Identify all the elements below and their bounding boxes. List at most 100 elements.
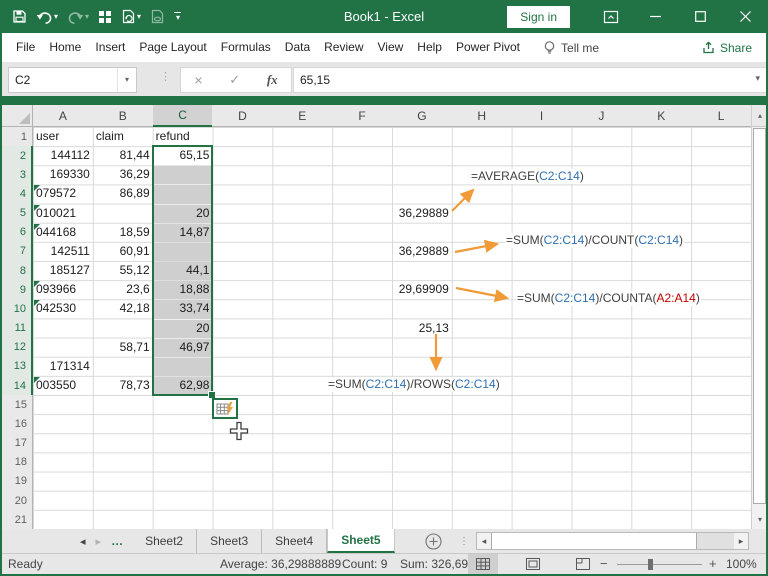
cell-C2[interactable]: 65,15 bbox=[153, 146, 213, 165]
cell-G7[interactable]: 36,29889 bbox=[392, 242, 452, 261]
sheet-tab-sheet4[interactable]: Sheet4 bbox=[262, 529, 328, 553]
new-sheet-button[interactable] bbox=[425, 529, 442, 553]
cell-C8[interactable]: 44,1 bbox=[153, 261, 213, 280]
row-header-7[interactable]: 7 bbox=[0, 241, 33, 263]
cell-A1[interactable]: user bbox=[33, 127, 93, 146]
selected-cell-C13[interactable] bbox=[153, 357, 213, 376]
cell-B9[interactable]: 23,6 bbox=[93, 280, 153, 299]
col-header-L[interactable]: L bbox=[691, 105, 751, 127]
col-header-D[interactable]: D bbox=[212, 105, 274, 127]
linked-document-icon[interactable] bbox=[150, 9, 165, 24]
normal-view-button[interactable] bbox=[468, 554, 498, 574]
ribbon-tab-power-pivot[interactable]: Power Pivot bbox=[449, 33, 527, 62]
cell-A2[interactable]: 144112 bbox=[33, 146, 93, 165]
col-header-G[interactable]: G bbox=[391, 105, 453, 127]
row-header-12[interactable]: 12 bbox=[0, 337, 33, 358]
horizontal-scrollbar-thumb[interactable] bbox=[491, 533, 697, 549]
cell-C12[interactable]: 46,97 bbox=[153, 338, 213, 357]
undo-dropdown-icon[interactable]: ▾ bbox=[54, 12, 58, 21]
row-header-21[interactable]: 21 bbox=[0, 510, 33, 529]
row-header-2[interactable]: 2 bbox=[0, 146, 33, 167]
cell-A14[interactable]: 003550 bbox=[33, 376, 93, 395]
sign-in-button[interactable]: Sign in bbox=[507, 5, 570, 28]
selected-cell-C4[interactable] bbox=[153, 185, 213, 204]
redo-dropdown-icon[interactable]: ▾ bbox=[85, 12, 89, 21]
select-all-button[interactable] bbox=[0, 105, 33, 127]
horizontal-scrollbar[interactable]: ◂ ▸ bbox=[476, 532, 749, 550]
tab-strip-resize-handle[interactable]: ⋮ bbox=[459, 529, 469, 553]
cell-B1[interactable]: claim bbox=[93, 127, 153, 146]
cell-C14[interactable]: 62,98 bbox=[153, 376, 213, 395]
save-icon[interactable] bbox=[12, 9, 27, 24]
zoom-out-button[interactable]: − bbox=[600, 556, 608, 571]
cell-C11[interactable]: 20 bbox=[153, 319, 213, 338]
row-header-20[interactable]: 20 bbox=[0, 490, 33, 512]
scroll-down-icon[interactable]: ▾ bbox=[752, 509, 768, 529]
name-box-dropdown-icon[interactable]: ▾ bbox=[117, 69, 136, 91]
col-header-A[interactable]: A bbox=[33, 105, 94, 127]
selected-cell-C7[interactable] bbox=[153, 242, 213, 262]
expand-formula-bar-icon[interactable]: ▾ bbox=[755, 73, 760, 84]
row-header-9[interactable]: 9 bbox=[0, 280, 33, 301]
row-header-3[interactable]: 3 bbox=[0, 165, 33, 186]
cell-B3[interactable]: 36,29 bbox=[93, 165, 153, 184]
cell-B7[interactable]: 60,91 bbox=[93, 242, 153, 261]
sheet-tab-sheet5[interactable]: Sheet5 bbox=[327, 529, 395, 553]
ribbon-tab-data[interactable]: Data bbox=[278, 33, 317, 62]
cell-A8[interactable]: 185127 bbox=[33, 261, 93, 280]
row-header-17[interactable]: 17 bbox=[0, 433, 33, 454]
col-header-J[interactable]: J bbox=[571, 105, 633, 127]
customize-qat-dropdown-icon[interactable]: ▾ bbox=[174, 11, 182, 22]
undo-button[interactable]: ▾ bbox=[36, 10, 58, 24]
formula-input[interactable]: 65,15 bbox=[293, 67, 768, 93]
row-header-11[interactable]: 11 bbox=[0, 318, 33, 339]
cell-B2[interactable]: 81,44 bbox=[93, 146, 153, 165]
ribbon-tab-view[interactable]: View bbox=[371, 33, 411, 62]
row-header-13[interactable]: 13 bbox=[0, 356, 33, 377]
ribbon-tab-formulas[interactable]: Formulas bbox=[214, 33, 278, 62]
row-header-15[interactable]: 15 bbox=[0, 395, 33, 416]
next-sheet-icon[interactable]: ▸ bbox=[96, 535, 102, 548]
share-button[interactable]: Share bbox=[702, 41, 752, 55]
page-layout-view-button[interactable] bbox=[518, 554, 548, 574]
cell-A13[interactable]: 171314 bbox=[33, 357, 93, 376]
maximize-button[interactable] bbox=[678, 0, 723, 33]
cancel-entry-button[interactable]: × bbox=[194, 72, 202, 88]
insert-function-button[interactable]: fx bbox=[267, 72, 278, 88]
cell-C6[interactable]: 14,87 bbox=[153, 223, 213, 242]
sheet-tab-sheet3[interactable]: Sheet3 bbox=[197, 529, 263, 553]
cell-B4[interactable]: 86,89 bbox=[93, 184, 153, 203]
cell-A6[interactable]: 044168 bbox=[33, 223, 93, 242]
scroll-right-icon[interactable]: ▸ bbox=[734, 533, 748, 549]
vertical-scrollbar-thumb[interactable] bbox=[753, 128, 766, 504]
cell-B12[interactable]: 58,71 bbox=[93, 338, 153, 357]
sheet-tab-sheet2[interactable]: Sheet2 bbox=[132, 529, 198, 553]
cell-B10[interactable]: 42,18 bbox=[93, 299, 153, 318]
ribbon-tab-page-layout[interactable]: Page Layout bbox=[132, 33, 213, 62]
cell-G5[interactable]: 36,29889 bbox=[392, 204, 452, 223]
previous-sheet-icon[interactable]: ◂ bbox=[80, 535, 86, 548]
col-header-H[interactable]: H bbox=[451, 105, 513, 127]
row-header-1[interactable]: 1 bbox=[0, 127, 33, 148]
zoom-level[interactable]: 100% bbox=[726, 557, 757, 571]
ribbon-tab-insert[interactable]: Insert bbox=[88, 33, 132, 62]
row-header-5[interactable]: 5 bbox=[0, 203, 33, 224]
row-header-4[interactable]: 4 bbox=[0, 184, 33, 205]
col-header-F[interactable]: F bbox=[332, 105, 393, 127]
more-sheets-indicator[interactable]: … bbox=[111, 534, 124, 548]
row-header-10[interactable]: 10 bbox=[0, 299, 33, 320]
cell-C1[interactable]: refund bbox=[153, 127, 213, 146]
cell-A10[interactable]: 042530 bbox=[33, 299, 93, 318]
confirm-entry-button[interactable]: ✓ bbox=[229, 72, 240, 88]
minimize-button[interactable] bbox=[633, 0, 678, 33]
row-header-14[interactable]: 14 bbox=[0, 376, 33, 397]
row-header-6[interactable]: 6 bbox=[0, 222, 33, 243]
cell-B6[interactable]: 18,59 bbox=[93, 223, 153, 242]
zoom-slider-thumb[interactable] bbox=[648, 559, 653, 570]
tell-me-button[interactable]: Tell me bbox=[543, 40, 599, 55]
vertical-scrollbar[interactable]: ▴ ▾ bbox=[751, 105, 768, 529]
cell-A5[interactable]: 010021 bbox=[33, 204, 93, 223]
ribbon-tab-file[interactable]: File bbox=[9, 33, 42, 62]
ribbon-tab-review[interactable]: Review bbox=[317, 33, 370, 62]
ribbon-tab-help[interactable]: Help bbox=[410, 33, 449, 62]
